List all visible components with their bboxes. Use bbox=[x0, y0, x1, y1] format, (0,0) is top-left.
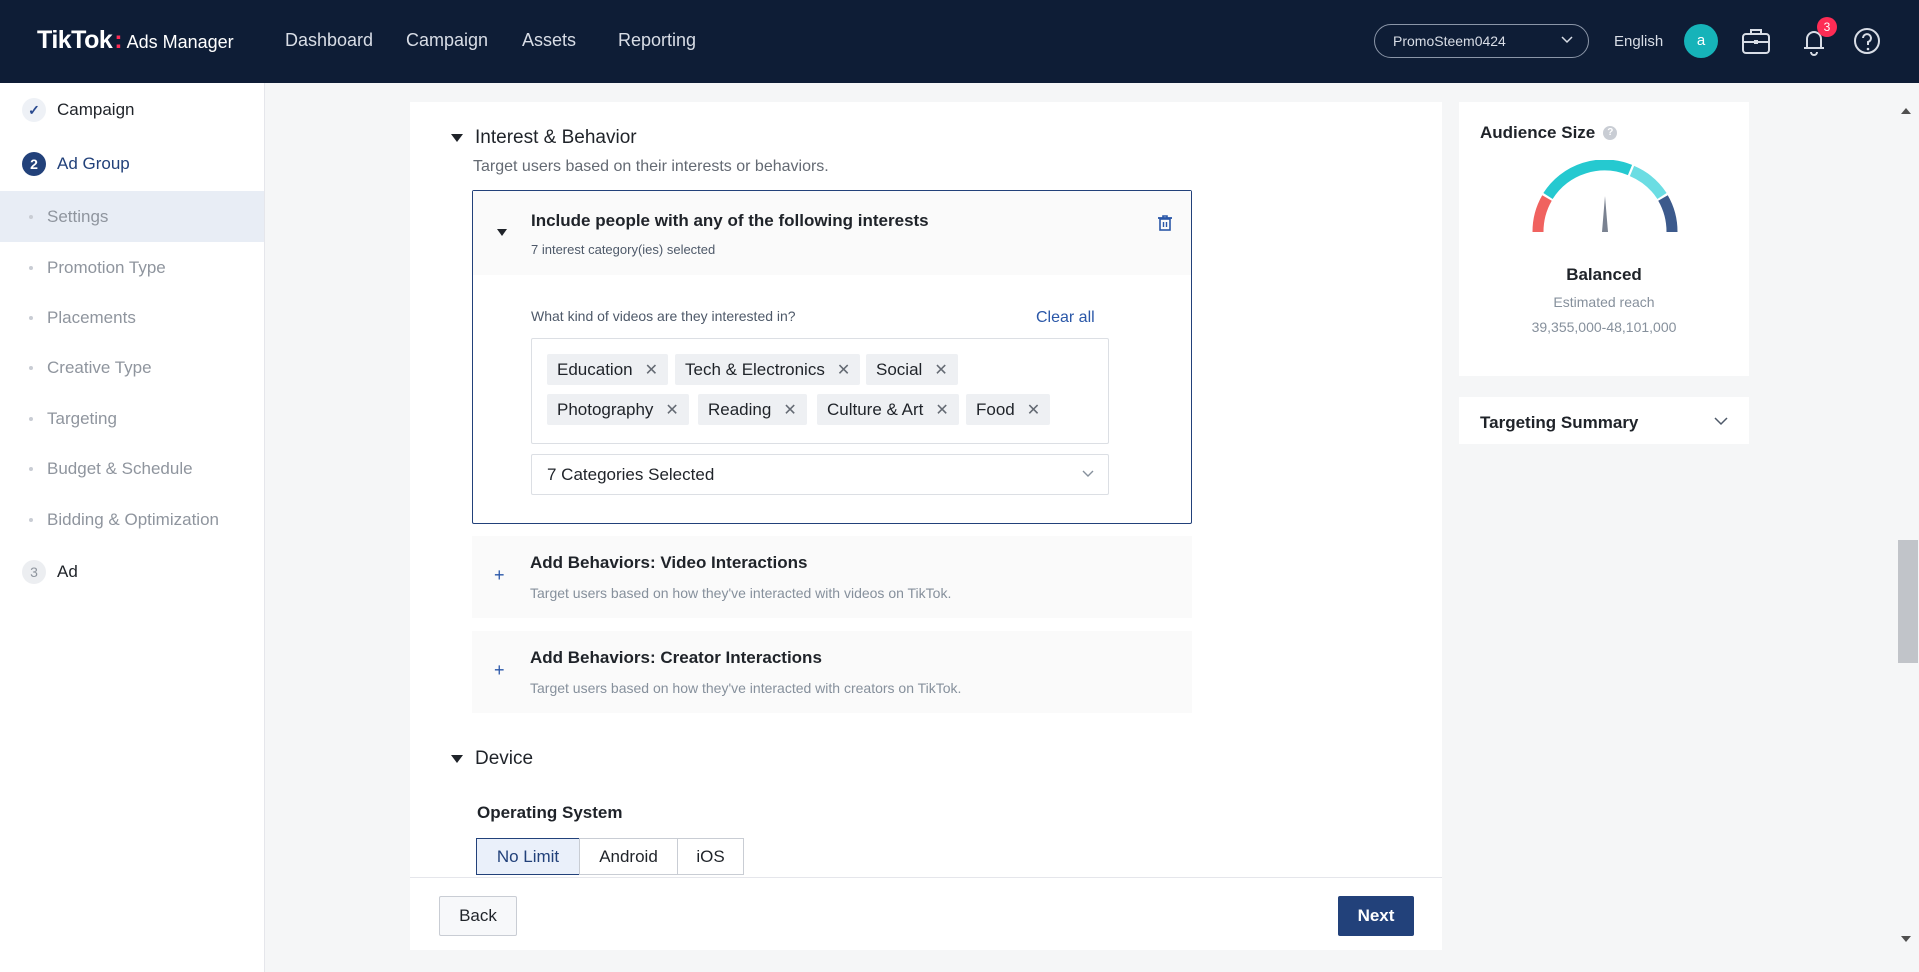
help-icon[interactable] bbox=[1850, 24, 1884, 58]
check-icon: ✓ bbox=[22, 98, 46, 122]
plus-icon: + bbox=[494, 565, 505, 585]
sidebar-item-promotion-type[interactable]: Promotion Type bbox=[29, 258, 166, 278]
tag-social: Social ✕ bbox=[866, 354, 958, 385]
interest-behavior-heading[interactable]: Interest & Behavior bbox=[451, 127, 637, 149]
close-icon[interactable]: ✕ bbox=[783, 400, 796, 420]
briefcase-icon[interactable] bbox=[1739, 24, 1773, 58]
account-selector[interactable]: PromoSteem0424 bbox=[1374, 24, 1589, 58]
trash-icon[interactable] bbox=[1155, 213, 1175, 233]
nav-dashboard[interactable]: Dashboard bbox=[285, 30, 373, 51]
targeting-summary-title: Targeting Summary bbox=[1480, 413, 1639, 432]
caret-down-icon bbox=[497, 229, 507, 236]
tag-culture-art: Culture & Art ✕ bbox=[817, 394, 959, 425]
chevron-down-icon bbox=[1080, 465, 1096, 486]
sidebar-item-targeting[interactable]: Targeting bbox=[29, 409, 117, 429]
nav-assets[interactable]: Assets bbox=[522, 30, 576, 51]
scrollbar-track[interactable] bbox=[1896, 102, 1919, 950]
audience-gauge bbox=[1530, 159, 1680, 250]
close-icon[interactable]: ✕ bbox=[935, 400, 948, 420]
close-icon[interactable]: ✕ bbox=[837, 360, 850, 380]
video-interactions-desc: Target users based on how they've intera… bbox=[530, 585, 952, 601]
tag-food: Food ✕ bbox=[966, 394, 1051, 425]
chevron-down-icon bbox=[1712, 412, 1730, 435]
device-heading[interactable]: Device bbox=[451, 748, 533, 770]
logo-colon: : bbox=[114, 26, 123, 54]
tag-tech-electronics: Tech & Electronics ✕ bbox=[675, 354, 861, 385]
sidebar-item-placements[interactable]: Placements bbox=[29, 308, 136, 328]
scrollbar-thumb[interactable] bbox=[1898, 540, 1918, 663]
audience-status: Balanced bbox=[1566, 265, 1642, 284]
close-icon[interactable]: ✕ bbox=[1027, 400, 1040, 420]
sidebar-item-creative-type[interactable]: Creative Type bbox=[29, 358, 152, 378]
step-number: 3 bbox=[22, 560, 46, 584]
tag-reading: Reading ✕ bbox=[698, 394, 807, 425]
interest-question: What kind of videos are they interested … bbox=[531, 308, 796, 324]
interest-behavior-description: Target users based on their interests or… bbox=[473, 158, 829, 175]
notification-badge: 3 bbox=[1817, 17, 1837, 37]
os-option-ios[interactable]: iOS bbox=[677, 838, 744, 875]
close-icon[interactable]: ✕ bbox=[665, 400, 678, 420]
left-sidebar: ✓ Campaign 2 Ad Group Settings Promotion… bbox=[0, 83, 265, 972]
scroll-up-arrow[interactable] bbox=[1901, 108, 1911, 114]
language-switcher[interactable]: English bbox=[1614, 33, 1663, 50]
step-label: Campaign bbox=[57, 100, 135, 119]
step-ad[interactable]: 3 Ad bbox=[22, 560, 78, 584]
sidebar-item-budget-schedule[interactable]: Budget & Schedule bbox=[29, 459, 193, 479]
clear-all-link[interactable]: Clear all bbox=[1036, 309, 1095, 327]
tiktok-ads-logo[interactable]: TikTok : Ads Manager bbox=[37, 26, 234, 55]
targeting-summary[interactable]: Targeting Summary bbox=[1459, 397, 1749, 444]
estimated-reach-label: Estimated reach bbox=[1553, 294, 1655, 310]
sidebar-item-bidding-optimization[interactable]: Bidding & Optimization bbox=[29, 510, 219, 530]
back-button[interactable]: Back bbox=[439, 896, 517, 936]
add-video-interactions[interactable]: + Add Behaviors: Video Interactions Targ… bbox=[472, 536, 1192, 618]
caret-down-icon bbox=[451, 755, 463, 763]
account-name: PromoSteem0424 bbox=[1393, 33, 1506, 49]
creator-interactions-desc: Target users based on how they've intera… bbox=[530, 680, 962, 696]
estimated-reach-value: 39,355,000-48,101,000 bbox=[1531, 319, 1677, 335]
interest-panel-header[interactable]: Include people with any of the following… bbox=[473, 191, 1191, 275]
interest-count: 7 interest category(ies) selected bbox=[531, 242, 716, 257]
top-navigation: TikTok : Ads Manager Dashboard Campaign … bbox=[0, 0, 1919, 83]
logo-brand: TikTok bbox=[37, 26, 113, 54]
audience-size-card: Audience Size ? Balanced Estimated reach… bbox=[1459, 102, 1749, 376]
interest-title: Include people with any of the following… bbox=[531, 211, 929, 230]
avatar[interactable]: a bbox=[1684, 24, 1718, 58]
tag-photography: Photography ✕ bbox=[547, 394, 689, 425]
audience-size-title: Audience Size ? bbox=[1480, 123, 1618, 143]
sidebar-item-settings[interactable]: Settings bbox=[29, 207, 108, 227]
categories-dropdown[interactable]: 7 Categories Selected bbox=[531, 454, 1109, 495]
tag-education: Education ✕ bbox=[547, 354, 669, 385]
step-number: 2 bbox=[22, 152, 46, 176]
help-icon[interactable]: ? bbox=[1603, 126, 1618, 140]
step-label: Ad Group bbox=[57, 154, 130, 173]
chevron-down-icon bbox=[1560, 32, 1574, 49]
footer-bar: Back Next bbox=[410, 877, 1442, 950]
add-creator-interactions[interactable]: + Add Behaviors: Creator Interactions Ta… bbox=[472, 631, 1192, 713]
os-option-android[interactable]: Android bbox=[579, 838, 678, 875]
caret-down-icon bbox=[451, 134, 463, 142]
nav-reporting[interactable]: Reporting bbox=[618, 30, 696, 51]
step-campaign[interactable]: ✓ Campaign bbox=[22, 98, 135, 122]
next-button[interactable]: Next bbox=[1338, 896, 1414, 936]
creator-interactions-title: Add Behaviors: Creator Interactions bbox=[530, 648, 822, 667]
close-icon[interactable]: ✕ bbox=[934, 360, 947, 380]
video-interactions-title: Add Behaviors: Video Interactions bbox=[530, 553, 808, 572]
scroll-down-arrow[interactable] bbox=[1901, 936, 1911, 942]
close-icon[interactable]: ✕ bbox=[645, 360, 658, 380]
operating-system-label: Operating System bbox=[477, 803, 623, 822]
logo-product: Ads Manager bbox=[126, 32, 234, 52]
os-option-no-limit[interactable]: No Limit bbox=[476, 838, 580, 875]
interest-tags-box[interactable]: Education ✕ Tech & Electronics ✕ Social ✕ P… bbox=[531, 338, 1109, 444]
interest-panel: Include people with any of the following… bbox=[472, 190, 1192, 524]
step-label: Ad bbox=[57, 562, 78, 581]
nav-campaign[interactable]: Campaign bbox=[406, 30, 488, 51]
plus-icon: + bbox=[494, 660, 505, 680]
step-ad-group[interactable]: 2 Ad Group bbox=[22, 152, 130, 176]
